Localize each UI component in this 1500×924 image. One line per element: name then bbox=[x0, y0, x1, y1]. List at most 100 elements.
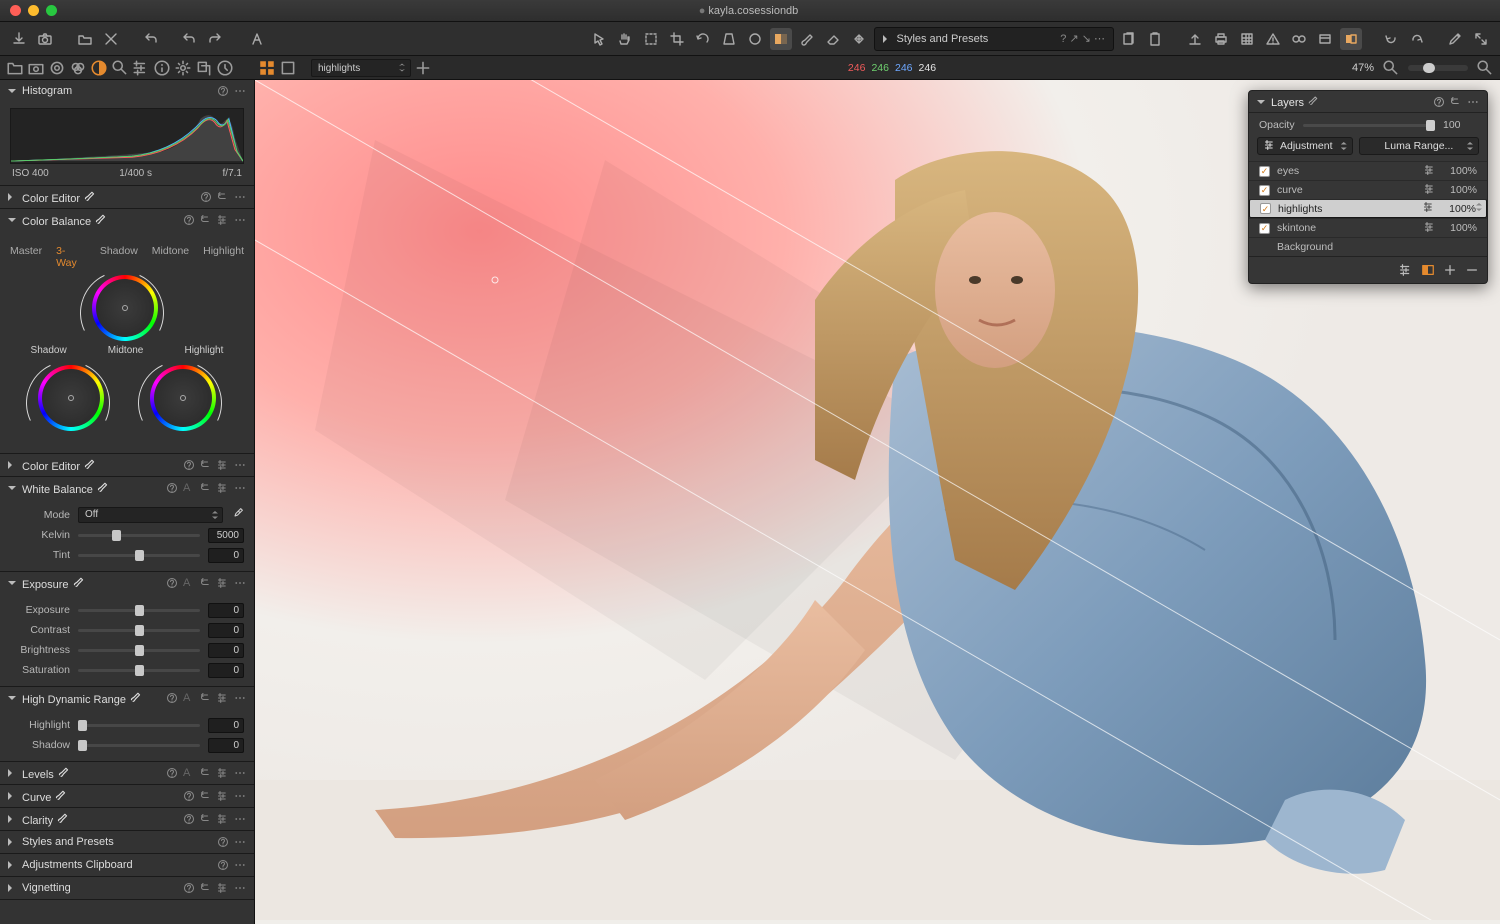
maximize-icon[interactable] bbox=[1470, 28, 1492, 50]
zoom-100-icon[interactable] bbox=[1476, 59, 1494, 77]
variant-select[interactable]: highlights bbox=[311, 59, 411, 77]
export-icon[interactable] bbox=[1184, 28, 1206, 50]
add-layer-icon[interactable] bbox=[1443, 263, 1457, 277]
color-editor-2-header[interactable]: Color Editor bbox=[0, 454, 254, 476]
crop-icon[interactable] bbox=[666, 28, 688, 50]
window-minimize-button[interactable] bbox=[28, 5, 39, 16]
proof-icon[interactable] bbox=[1314, 28, 1336, 50]
keystone-icon[interactable] bbox=[718, 28, 740, 50]
styles-header[interactable]: Styles and Presets bbox=[0, 831, 254, 853]
exposure-header[interactable]: Exposure A bbox=[0, 572, 254, 594]
wb-kelvin-value[interactable]: 5000 bbox=[208, 528, 244, 543]
copy-adjustments-icon[interactable] bbox=[1118, 28, 1140, 50]
adjust-tab-icon[interactable] bbox=[132, 59, 150, 77]
layer-visible-checkbox[interactable] bbox=[1259, 166, 1270, 177]
undo-icon[interactable] bbox=[140, 28, 162, 50]
cb-tab-shadow[interactable]: Shadow bbox=[100, 245, 138, 269]
image-viewer[interactable]: Layers Opacity 100 Adjustment Luma Range… bbox=[255, 80, 1500, 924]
folder-icon[interactable] bbox=[74, 28, 96, 50]
vignetting-header[interactable]: Vignetting bbox=[0, 877, 254, 899]
curve-header[interactable]: Curve bbox=[0, 785, 254, 807]
window-zoom-button[interactable] bbox=[46, 5, 57, 16]
zoom-slider[interactable] bbox=[1408, 65, 1468, 71]
edit-icon[interactable] bbox=[1444, 28, 1466, 50]
redo-icon[interactable] bbox=[204, 28, 226, 50]
window-close-button[interactable] bbox=[10, 5, 21, 16]
metadata-tab-icon[interactable] bbox=[153, 59, 171, 77]
paste-adjustments-icon[interactable] bbox=[1144, 28, 1166, 50]
hand-icon[interactable] bbox=[614, 28, 636, 50]
wb-mode-select[interactable]: Off bbox=[78, 507, 223, 523]
annotate-text-icon[interactable] bbox=[246, 28, 268, 50]
white-balance-header[interactable]: White Balance A bbox=[0, 477, 254, 499]
hdr-shadow-slider[interactable] bbox=[78, 744, 200, 747]
mask-preset-icon[interactable] bbox=[1399, 263, 1413, 277]
undo2-icon[interactable] bbox=[178, 28, 200, 50]
layer-type-select[interactable]: Adjustment bbox=[1257, 137, 1353, 155]
mask-gradient-icon[interactable] bbox=[1421, 263, 1435, 277]
layer-visible-checkbox[interactable] bbox=[1260, 203, 1271, 214]
hdr-highlight-slider[interactable] bbox=[78, 724, 200, 727]
reset-all-icon[interactable] bbox=[1406, 28, 1428, 50]
print-icon[interactable] bbox=[1210, 28, 1232, 50]
capture-tab-icon[interactable] bbox=[27, 59, 45, 77]
wb-tint-slider[interactable] bbox=[78, 554, 200, 557]
cursor-icon[interactable] bbox=[588, 28, 610, 50]
layer-visible-checkbox[interactable] bbox=[1259, 223, 1270, 234]
layers-panel-header[interactable]: Layers bbox=[1249, 91, 1487, 113]
settings-tab-icon[interactable] bbox=[174, 59, 192, 77]
cb-tab-midtone[interactable]: Midtone bbox=[152, 245, 189, 269]
library-tab-icon[interactable] bbox=[6, 59, 24, 77]
add-variant-icon[interactable] bbox=[414, 59, 432, 77]
grid-icon[interactable] bbox=[1236, 28, 1258, 50]
capture-icon[interactable] bbox=[34, 28, 56, 50]
cb-tab-3way[interactable]: 3-Way bbox=[56, 245, 86, 269]
levels-header[interactable]: Levels A bbox=[0, 762, 254, 784]
warning-icon[interactable] bbox=[1262, 28, 1284, 50]
quick-tab-icon[interactable] bbox=[216, 59, 234, 77]
wb-kelvin-slider[interactable] bbox=[78, 534, 200, 537]
brush-icon[interactable] bbox=[796, 28, 818, 50]
selection-icon[interactable] bbox=[640, 28, 662, 50]
cb-tab-highlight[interactable]: Highlight bbox=[203, 245, 244, 269]
wb-tint-value[interactable]: 0 bbox=[208, 548, 244, 563]
reset-icon[interactable] bbox=[1380, 28, 1402, 50]
opacity-slider[interactable] bbox=[1303, 124, 1435, 127]
eyedropper-icon[interactable] bbox=[231, 507, 244, 523]
color-editor-header[interactable]: Color Editor bbox=[0, 186, 254, 208]
exposure-tab-icon[interactable] bbox=[90, 59, 108, 77]
details-tab-icon[interactable] bbox=[111, 59, 129, 77]
hdr-header[interactable]: High Dynamic Range A bbox=[0, 687, 254, 709]
opacity-value[interactable]: 100 bbox=[1443, 119, 1477, 131]
focus-mask-icon[interactable] bbox=[1288, 28, 1310, 50]
styles-presets-dropdown[interactable]: Styles and Presets ? ↗ ↘ ⋯ bbox=[874, 27, 1114, 51]
layer-row-eyes[interactable]: eyes 100% bbox=[1249, 161, 1487, 180]
batch-tab-icon[interactable] bbox=[195, 59, 213, 77]
delete-icon[interactable] bbox=[100, 28, 122, 50]
layer-row-skintone[interactable]: skintone 100% bbox=[1249, 218, 1487, 237]
contrast-slider[interactable] bbox=[78, 629, 200, 632]
heal-icon[interactable] bbox=[848, 28, 870, 50]
cb-tab-master[interactable]: Master bbox=[10, 245, 42, 269]
rotate-icon[interactable] bbox=[692, 28, 714, 50]
grid-view-icon[interactable] bbox=[258, 59, 276, 77]
remove-layer-icon[interactable] bbox=[1465, 263, 1479, 277]
brightness-slider[interactable] bbox=[78, 649, 200, 652]
layer-row-highlights[interactable]: highlights 100% bbox=[1249, 199, 1487, 218]
import-icon[interactable] bbox=[8, 28, 30, 50]
compare-icon[interactable] bbox=[1340, 28, 1362, 50]
color-balance-header[interactable]: Color Balance bbox=[0, 209, 254, 231]
lens-tab-icon[interactable] bbox=[48, 59, 66, 77]
single-view-icon[interactable] bbox=[279, 59, 297, 77]
saturation-slider[interactable] bbox=[78, 669, 200, 672]
clarity-header[interactable]: Clarity bbox=[0, 808, 254, 830]
histogram-header[interactable]: Histogram bbox=[0, 80, 254, 102]
gradient-mask-icon[interactable] bbox=[770, 28, 792, 50]
layer-row-curve[interactable]: curve 100% bbox=[1249, 180, 1487, 199]
zoom-fit-icon[interactable] bbox=[1382, 59, 1400, 77]
exposure-slider[interactable] bbox=[78, 609, 200, 612]
layer-row-background[interactable]: Background bbox=[1249, 237, 1487, 256]
spot-icon[interactable] bbox=[744, 28, 766, 50]
adjustments-clipboard-header[interactable]: Adjustments Clipboard bbox=[0, 854, 254, 876]
layer-visible-checkbox[interactable] bbox=[1259, 185, 1270, 196]
